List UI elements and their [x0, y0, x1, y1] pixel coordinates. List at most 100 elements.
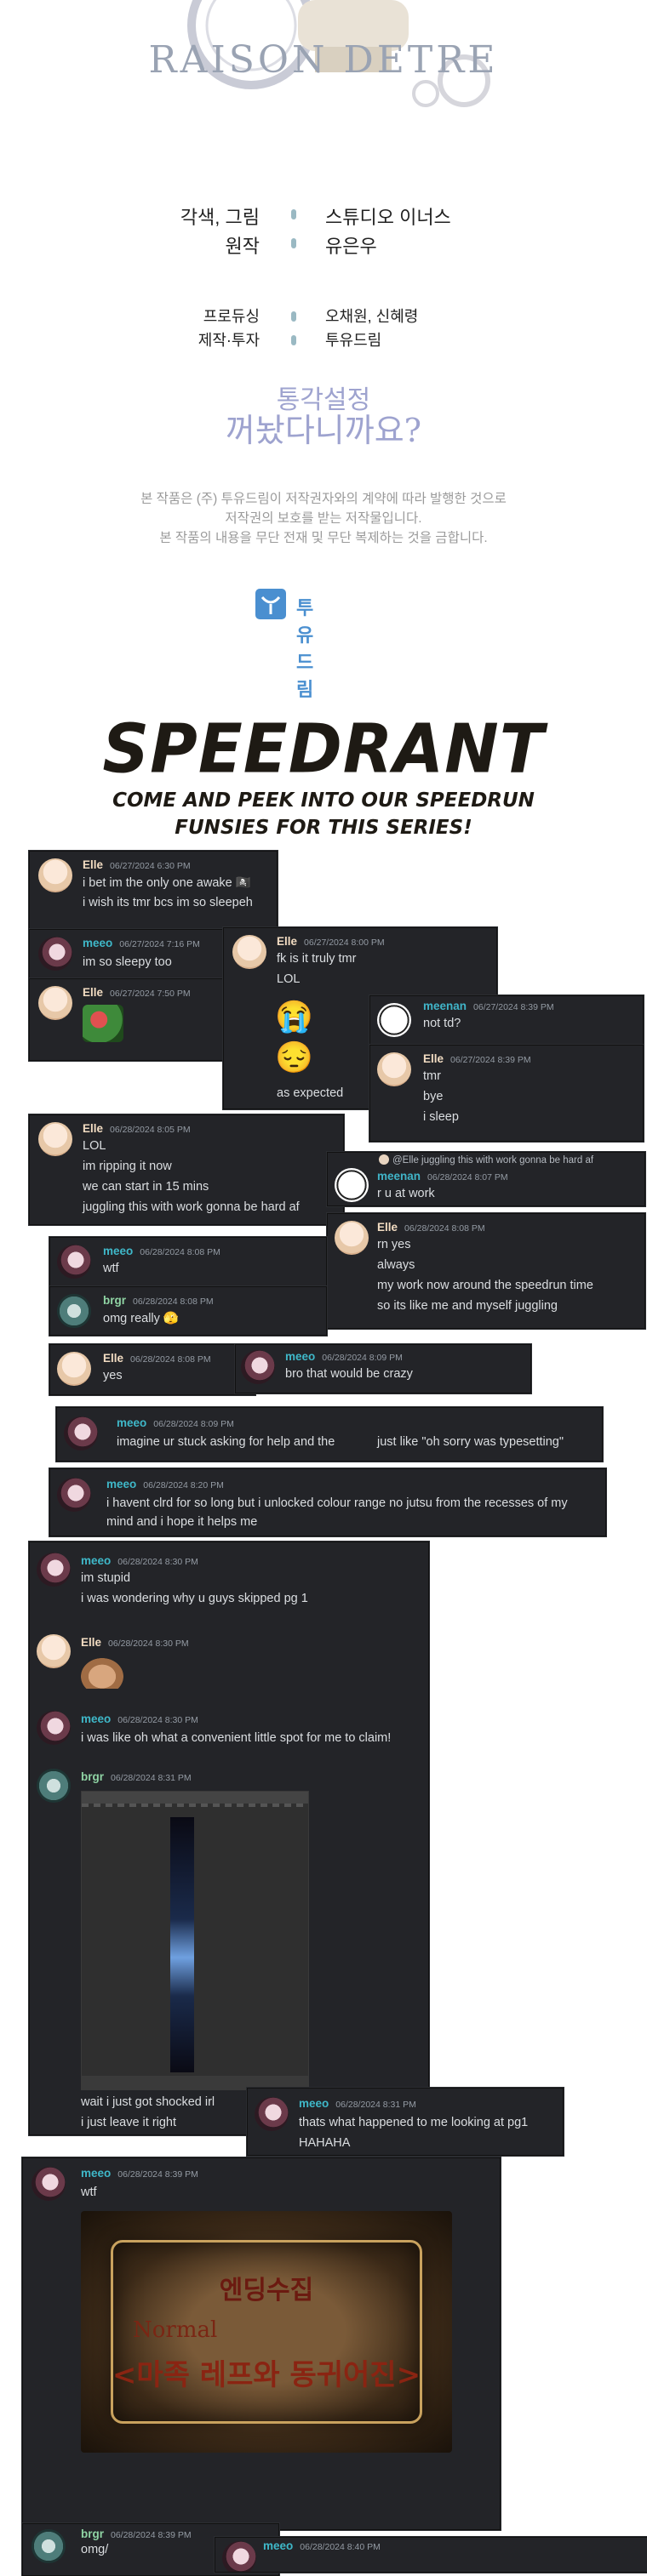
message-text: r u at work: [377, 1187, 435, 1200]
series-logo: 통각설정 꺼놨다니까요?: [0, 387, 647, 447]
avatar: [38, 858, 72, 892]
message-author: Elle 06/28/2024 8:30 PM: [81, 1636, 189, 1649]
credit-role: 프로듀싱: [203, 308, 260, 325]
message-text: thats what happened to me looking at pg1: [299, 2116, 529, 2129]
credit-row: 각색, 그림 스튜디오 이너스: [0, 202, 647, 228]
message-timestamp: 06/28/2024 8:08 PM: [140, 1247, 220, 1257]
chat-panel: meeo 06/28/2024 8:20 PM i havent clrd for…: [49, 1468, 606, 1536]
chat-panel: meeo 06/28/2024 8:39 PM wtf 엔딩수집 Normal <…: [22, 2157, 501, 2530]
message-timestamp: 06/28/2024 8:31 PM: [335, 2100, 416, 2110]
message-author: meeo 06/28/2024 8:40 PM: [263, 2539, 381, 2552]
message-text: wtf: [81, 2186, 97, 2199]
message-author: Elle 06/27/2024 6:30 PM: [83, 858, 191, 871]
production-row: 제작·투자 투유드림: [0, 328, 647, 352]
message-text: fk is it truly tmr: [277, 952, 357, 966]
credit-row: 원작 유은우: [0, 231, 647, 257]
avatar: [255, 2097, 289, 2131]
message-text: bro that would be crazy: [285, 1367, 413, 1381]
message-text: im stupid: [81, 1571, 131, 1585]
message-author: meeo 06/28/2024 8:20 PM: [106, 1478, 224, 1490]
credit-name: 스튜디오 이너스: [325, 207, 451, 228]
message-author: brgr 06/28/2024 8:31 PM: [81, 1770, 192, 1783]
chat-panel: Elle 06/27/2024 8:39 PM tmr bye i sleep: [369, 1045, 644, 1142]
avatar: [57, 1352, 91, 1386]
avatar: [335, 1221, 369, 1255]
message-text: imagine ur stuck asking for help and the: [117, 1435, 335, 1449]
speedrant-subtitle-line: FUNSIES FOR THIS SERIES!: [175, 817, 472, 839]
message-author: Elle 06/27/2024 8:39 PM: [423, 1052, 531, 1065]
screenshot-attachment[interactable]: [81, 1791, 309, 2090]
credit-dot: [291, 335, 296, 345]
message-author: meeo 06/27/2024 7:16 PM: [83, 937, 200, 949]
message-timestamp: 06/28/2024 8:09 PM: [322, 1353, 403, 1363]
message-timestamp: 06/27/2024 7:50 PM: [110, 989, 191, 999]
speedrant-title: SPEEDRANT: [102, 708, 545, 789]
credit-name: 오채원, 신혜령: [325, 308, 419, 325]
message-text: i wish its tmr bcs im so sleepeh: [83, 896, 253, 909]
message-text: as expected: [277, 1086, 344, 1100]
message-author: Elle 06/27/2024 7:50 PM: [83, 986, 191, 999]
avatar: [37, 1711, 71, 1745]
credit-dot: [291, 238, 296, 248]
credit-dot: [291, 311, 296, 322]
message-timestamp: 06/28/2024 8:31 PM: [111, 1773, 192, 1783]
message-text: wtf: [103, 1262, 119, 1275]
chat-panel: Elle 06/28/2024 8:05 PM LOL im ripping it…: [29, 1114, 344, 1225]
message-text: not td?: [423, 1017, 461, 1030]
message-text: always: [377, 1258, 415, 1272]
chat-panel: meeo 06/27/2024 7:16 PM im so sleepy too: [29, 929, 226, 982]
potato-sticker: [81, 1658, 123, 1689]
series-logo-line2: 꺼놨다니까요?: [225, 411, 422, 449]
ending-mode: Normal: [133, 2317, 218, 2343]
message-author: brgr 06/28/2024 8:08 PM: [103, 1294, 214, 1307]
message-author: Elle 06/28/2024 8:05 PM: [83, 1122, 191, 1135]
pensive-emoji: 😔: [275, 1040, 313, 1074]
message-text: my work now around the speedrun time: [377, 1279, 593, 1292]
message-timestamp: 06/28/2024 8:30 PM: [117, 1715, 198, 1725]
avatar: [64, 1416, 98, 1450]
reply-preview: @Elle juggling this with work gonna be h…: [379, 1154, 593, 1165]
avatar: [241, 1350, 275, 1384]
message-timestamp: 06/27/2024 7:16 PM: [119, 939, 200, 949]
message-timestamp: 06/28/2024 8:30 PM: [117, 1557, 198, 1567]
message-timestamp: 06/28/2024 8:20 PM: [143, 1480, 224, 1490]
chat-panel: brgr 06/28/2024 8:08 PM omg really 🫣: [49, 1286, 327, 1336]
message-text: i bet im the only one awake 🏴‍☠️: [83, 876, 251, 890]
chat-panel: Elle 06/28/2024 8:08 PM yes: [49, 1344, 255, 1395]
chat-panel: meeo 06/28/2024 8:30 PM im stupid i was w…: [29, 1542, 429, 2135]
message-text: we can start in 15 mins: [83, 1180, 209, 1194]
message-text: omg/: [81, 2543, 109, 2556]
message-timestamp: 06/28/2024 8:40 PM: [300, 2542, 381, 2552]
crying-emoji: 😭: [275, 999, 313, 1034]
credit-name: 유은우: [325, 236, 377, 257]
message-timestamp: 06/28/2024 8:08 PM: [130, 1354, 211, 1365]
message-author: Elle 06/28/2024 8:08 PM: [377, 1221, 485, 1234]
message-text: omg really 🫣: [103, 1312, 179, 1325]
message-author: meeo 06/28/2024 8:30 PM: [81, 1713, 198, 1725]
message-text: i sleep: [423, 1110, 459, 1124]
message-text: LOL: [277, 972, 301, 986]
avatar: [31, 2529, 66, 2563]
message-text: bye: [423, 1090, 444, 1103]
message-author: meeo 06/28/2024 8:39 PM: [81, 2167, 198, 2180]
message-text: i just leave it right: [81, 2116, 177, 2129]
avatar: [57, 1478, 91, 1512]
chat-panel: Elle 06/27/2024 7:50 PM: [29, 978, 226, 1061]
message-timestamp: 06/28/2024 8:08 PM: [404, 1223, 485, 1234]
ending-collection-image[interactable]: 엔딩수집 Normal <마족 레프와 동귀어진>: [81, 2211, 452, 2453]
avatar: [57, 1294, 91, 1328]
webtoon-strip: [170, 1817, 194, 2072]
chat-panel: meeo 06/28/2024 8:31 PM thats what happen…: [247, 2088, 564, 2156]
message-text: i was wondering why u guys skipped pg 1: [81, 1592, 308, 1605]
message-author: meeo 06/28/2024 8:08 PM: [103, 1245, 220, 1257]
message-timestamp: 06/27/2024 6:30 PM: [110, 861, 191, 871]
chat-panel: Elle 06/27/2024 6:30 PM i bet im the only…: [29, 851, 278, 934]
avatar: [57, 1245, 91, 1279]
message-text: im so sleepy too: [83, 955, 172, 969]
credit-role: 원작: [225, 236, 260, 257]
avatar: [232, 935, 266, 969]
message-timestamp: 06/27/2024 8:00 PM: [304, 938, 385, 948]
chat-panel: meenan 06/27/2024 8:39 PM not td?: [369, 995, 644, 1048]
title-logo-text: RAISON DETRE: [148, 38, 499, 82]
publisher-logo-icon: [255, 589, 286, 619]
